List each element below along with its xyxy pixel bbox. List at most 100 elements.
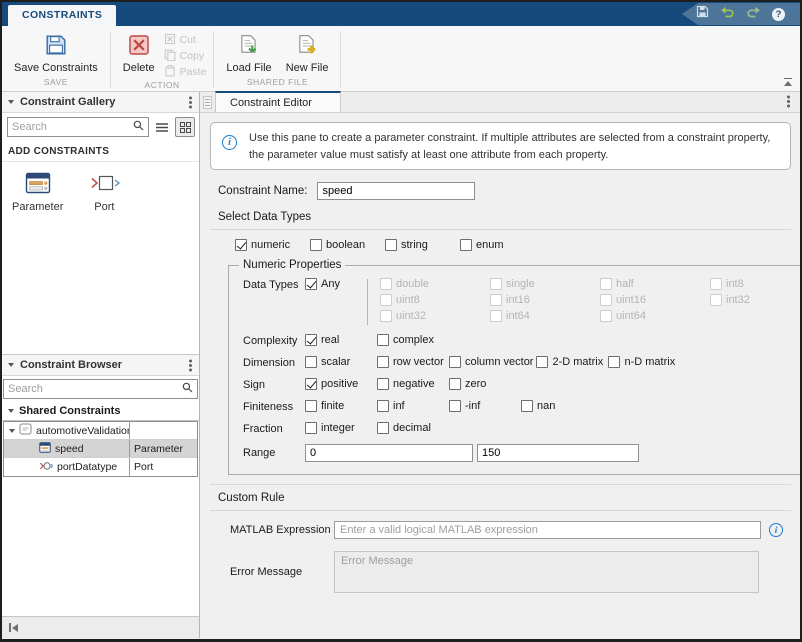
- gallery-item-port[interactable]: Port: [79, 171, 129, 213]
- dimension-label: Dimension: [243, 356, 305, 369]
- paste-button[interactable]: Paste: [164, 65, 207, 79]
- load-file-icon: [238, 34, 260, 59]
- paste-icon: [164, 65, 176, 80]
- checkbox-label: complex: [393, 334, 434, 346]
- checkbox-zero[interactable]: zero: [449, 378, 521, 390]
- collapse-panel-button[interactable]: [9, 623, 18, 632]
- matlab-expression-input[interactable]: [334, 521, 761, 539]
- checkbox-numeric[interactable]: numeric: [235, 239, 310, 251]
- checkbox-string[interactable]: string: [385, 239, 460, 251]
- checkbox-neg-inf[interactable]: -inf: [449, 400, 521, 412]
- help-icon[interactable]: ?: [772, 8, 785, 21]
- checkbox-uint64[interactable]: uint64: [600, 310, 710, 322]
- checkbox-label: scalar: [321, 356, 350, 368]
- undo-icon[interactable]: [720, 5, 735, 23]
- save-icon[interactable]: [696, 5, 709, 23]
- ribbon-group-shared-file: Load File New File SHARED FILE: [214, 26, 340, 91]
- checkbox-label: uint16: [616, 294, 646, 306]
- delete-label: Delete: [123, 62, 155, 74]
- checkbox-label: real: [321, 334, 339, 346]
- constraint-gallery-header[interactable]: Constraint Gallery: [2, 92, 199, 113]
- checkbox-int8[interactable]: int8: [710, 278, 800, 290]
- checkbox-label: int32: [726, 294, 750, 306]
- browser-search-input[interactable]: [8, 383, 182, 395]
- checkbox-box: [490, 294, 502, 306]
- shared-constraints-heading[interactable]: Shared Constraints: [2, 401, 199, 421]
- tree-node-type: [130, 422, 197, 439]
- cut-button[interactable]: Cut: [164, 33, 207, 47]
- checkbox-column-vector[interactable]: column vector: [449, 356, 536, 368]
- checkbox-label: negative: [393, 378, 435, 390]
- checkbox-box: [377, 422, 389, 434]
- browser-menu-icon[interactable]: [189, 364, 192, 367]
- save-constraints-button[interactable]: Save Constraints: [7, 30, 105, 74]
- tree-row-port-datatype[interactable]: portDatatype Port: [4, 458, 197, 476]
- copy-button[interactable]: Copy: [164, 49, 207, 63]
- checkbox-complex[interactable]: complex: [377, 334, 449, 346]
- toolstrip-tab-bar: CONSTRAINTS ?: [2, 2, 800, 26]
- search-icon: [133, 118, 144, 136]
- checkbox-int32[interactable]: int32: [710, 294, 800, 306]
- checkbox-decimal[interactable]: decimal: [377, 422, 449, 434]
- list-view-button[interactable]: [152, 117, 172, 137]
- checkbox-boolean[interactable]: boolean: [310, 239, 385, 251]
- checkbox-single[interactable]: single: [490, 278, 600, 290]
- tab-constraints[interactable]: CONSTRAINTS: [8, 5, 116, 26]
- info-banner: i Use this pane to create a parameter co…: [210, 122, 791, 170]
- new-file-button[interactable]: New File: [279, 30, 336, 74]
- checkbox-box: [380, 294, 392, 306]
- checkbox-box: [600, 310, 612, 322]
- expression-info-icon[interactable]: i: [769, 523, 783, 537]
- gallery-item-parameter[interactable]: Parameter: [12, 171, 63, 213]
- divider: [210, 484, 791, 485]
- checkbox-box: [710, 294, 722, 306]
- tree-node-name: speed: [55, 443, 84, 455]
- tree-row-speed[interactable]: speed Parameter: [4, 440, 197, 458]
- constraint-browser-header[interactable]: Constraint Browser: [2, 355, 199, 376]
- checkbox-double[interactable]: double: [380, 278, 490, 290]
- tree-node-name: automotiveValidation: [36, 425, 130, 437]
- collapse-toolstrip-button[interactable]: [784, 78, 792, 86]
- save-constraints-label: Save Constraints: [14, 62, 98, 74]
- grid-view-button[interactable]: [175, 117, 195, 137]
- constraint-gallery-panel: Constraint Gallery: [2, 92, 199, 354]
- panel-grip-icon[interactable]: [203, 96, 212, 109]
- checkbox-scalar[interactable]: scalar: [305, 356, 377, 368]
- ribbon-group-action: Delete Cut: [111, 26, 214, 91]
- tab-constraint-editor[interactable]: Constraint Editor: [215, 91, 341, 112]
- checkbox-real[interactable]: real: [305, 334, 377, 346]
- constraint-name-input[interactable]: [317, 182, 475, 200]
- tree-node-type: Parameter: [130, 440, 197, 457]
- gallery-menu-icon[interactable]: [189, 101, 192, 104]
- checkbox-nan[interactable]: nan: [521, 400, 593, 412]
- checkbox-any[interactable]: Any: [305, 278, 359, 290]
- checkbox-nd-matrix[interactable]: n-D matrix: [608, 356, 680, 368]
- tree-row-automotive-validation[interactable]: automotiveValidation: [4, 422, 197, 440]
- checkbox-uint8[interactable]: uint8: [380, 294, 490, 306]
- checkbox-uint16[interactable]: uint16: [600, 294, 710, 306]
- checkbox-2d-matrix[interactable]: 2-D matrix: [536, 356, 608, 368]
- checkbox-positive[interactable]: positive: [305, 378, 377, 390]
- checkbox-inf[interactable]: inf: [377, 400, 449, 412]
- delete-icon: [128, 34, 150, 59]
- editor-menu-icon[interactable]: [787, 100, 790, 103]
- checkbox-row-vector[interactable]: row vector: [377, 356, 449, 368]
- checkbox-finite[interactable]: finite: [305, 400, 377, 412]
- range-min-input[interactable]: [305, 444, 473, 462]
- checkbox-half[interactable]: half: [600, 278, 710, 290]
- checkbox-uint32[interactable]: uint32: [380, 310, 490, 322]
- port-block-icon: [87, 171, 121, 198]
- checkbox-enum[interactable]: enum: [460, 239, 535, 251]
- load-file-button[interactable]: Load File: [219, 30, 278, 74]
- tree-node-name: portDatatype: [57, 461, 117, 473]
- checkbox-int16[interactable]: int16: [490, 294, 600, 306]
- error-message-textarea[interactable]: [334, 551, 759, 593]
- constraint-file-icon: [19, 423, 32, 438]
- redo-icon[interactable]: [746, 5, 761, 23]
- checkbox-negative[interactable]: negative: [377, 378, 449, 390]
- checkbox-int64[interactable]: int64: [490, 310, 600, 322]
- gallery-search-input[interactable]: [12, 121, 133, 133]
- range-max-input[interactable]: [477, 444, 639, 462]
- checkbox-integer[interactable]: integer: [305, 422, 377, 434]
- delete-button[interactable]: Delete: [116, 30, 162, 74]
